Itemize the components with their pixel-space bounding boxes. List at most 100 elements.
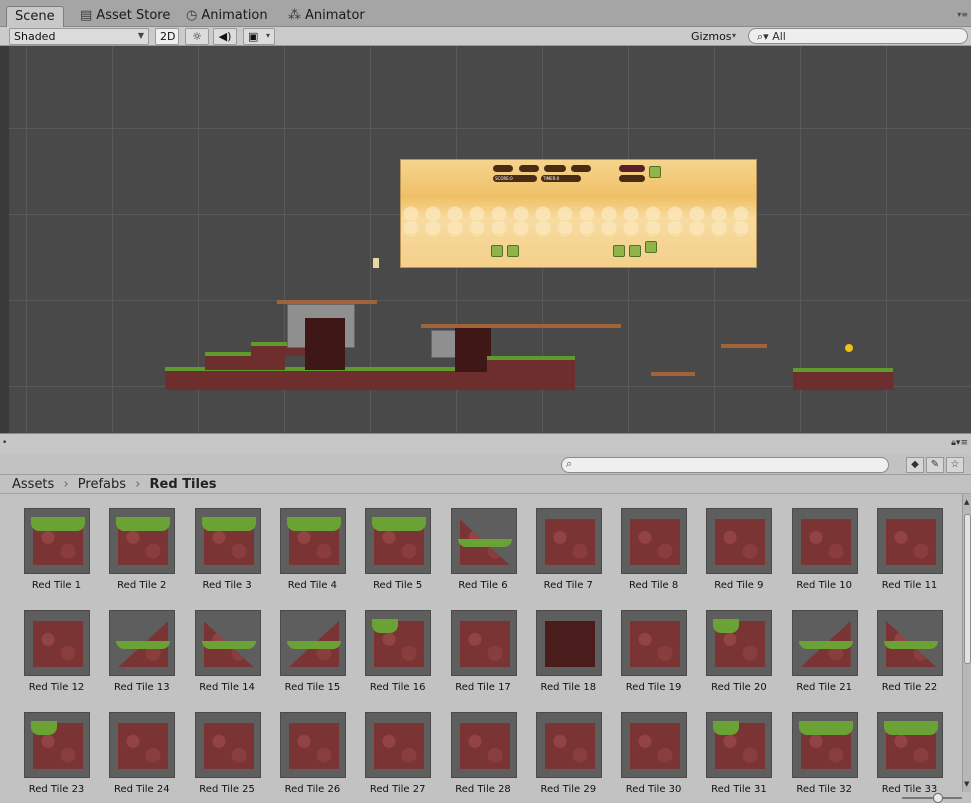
scrollbar-thumb[interactable] bbox=[964, 514, 971, 664]
asset-tile[interactable]: Red Tile 3 bbox=[185, 494, 270, 594]
asset-tile[interactable]: Red Tile 9 bbox=[696, 494, 781, 594]
drag-handle-icon[interactable]: • bbox=[2, 438, 7, 448]
tab-animation[interactable]: ◷ Animation bbox=[178, 6, 276, 27]
tab-scene[interactable]: Scene bbox=[6, 6, 64, 27]
asset-tile[interactable]: Red Tile 22 bbox=[867, 596, 952, 696]
asset-tile[interactable]: Red Tile 11 bbox=[867, 494, 952, 594]
asset-tile[interactable]: Red Tile 14 bbox=[185, 596, 270, 696]
filter-by-label-button[interactable]: ✎ bbox=[926, 457, 944, 473]
hud-score: SCORE:0 bbox=[493, 175, 537, 182]
asset-tile[interactable]: Red Tile 17 bbox=[441, 596, 526, 696]
favorites-button[interactable]: ☆ bbox=[946, 457, 964, 473]
breadcrumb-current[interactable]: Red Tiles bbox=[150, 477, 217, 492]
grass-overlay bbox=[372, 517, 427, 531]
asset-tile[interactable]: Red Tile 25 bbox=[185, 698, 270, 792]
dark-pillar[interactable] bbox=[455, 324, 491, 372]
shading-mode-dropdown[interactable]: Shaded ▼ bbox=[9, 28, 149, 45]
asset-label: Red Tile 25 bbox=[199, 784, 255, 792]
breadcrumb-prefabs[interactable]: Prefabs bbox=[78, 477, 126, 492]
asset-tile[interactable]: Red Tile 4 bbox=[270, 494, 355, 594]
asset-label: Red Tile 21 bbox=[796, 682, 852, 693]
tab-asset-store[interactable]: ▤ Asset Store bbox=[72, 6, 178, 27]
thumbnail-size-slider[interactable] bbox=[902, 793, 962, 803]
grass-overlay bbox=[372, 619, 399, 633]
grass-overlay bbox=[116, 641, 171, 649]
filter-by-type-button[interactable]: ◆ bbox=[906, 457, 924, 473]
effects-dropdown[interactable]: ▣ ▾ bbox=[243, 28, 275, 45]
asset-tile[interactable]: Red Tile 8 bbox=[611, 494, 696, 594]
asset-tile[interactable]: Red Tile 27 bbox=[355, 698, 440, 792]
scene-viewport[interactable]: SCORE:0 TIMER:0 bbox=[9, 46, 971, 433]
asset-tile[interactable]: Red Tile 20 bbox=[696, 596, 781, 696]
scene-search-input[interactable]: ⌕▾ All bbox=[748, 28, 968, 44]
lock-icon[interactable]: 🔒︎▾≡ bbox=[951, 438, 968, 448]
floating-platform[interactable] bbox=[651, 372, 695, 376]
hill-terrain[interactable] bbox=[487, 356, 575, 390]
chevron-down-icon: ▾ bbox=[265, 31, 270, 40]
asset-tile[interactable]: Red Tile 5 bbox=[355, 494, 440, 594]
lighting-toggle[interactable]: ☼ bbox=[185, 28, 209, 45]
audio-toggle[interactable]: ◀) bbox=[213, 28, 237, 45]
chevron-down-icon: ▾ bbox=[731, 31, 736, 40]
gizmos-dropdown[interactable]: Gizmos ▾ bbox=[686, 28, 741, 45]
asset-thumbnail bbox=[450, 508, 517, 574]
tile-preview bbox=[715, 519, 766, 565]
asset-tile[interactable]: Red Tile 23 bbox=[14, 698, 99, 792]
island-terrain[interactable] bbox=[793, 368, 893, 390]
asset-thumbnail bbox=[706, 712, 773, 778]
action-button[interactable] bbox=[613, 245, 625, 257]
slider-knob[interactable] bbox=[933, 793, 943, 803]
2d-toggle-button[interactable]: 2D bbox=[155, 28, 179, 45]
asset-tile[interactable]: Red Tile 18 bbox=[526, 596, 611, 696]
asset-tile[interactable]: Red Tile 30 bbox=[611, 698, 696, 792]
asset-tile[interactable]: Red Tile 24 bbox=[99, 698, 184, 792]
pause-button[interactable] bbox=[649, 166, 661, 178]
scroll-up-icon[interactable]: ▲ bbox=[964, 498, 969, 506]
asset-tile[interactable]: Red Tile 29 bbox=[526, 698, 611, 792]
asset-tile[interactable]: Red Tile 21 bbox=[782, 596, 867, 696]
filter-icon: ◆ bbox=[911, 459, 919, 470]
floating-platform[interactable] bbox=[721, 344, 767, 348]
asset-tile[interactable]: Red Tile 6 bbox=[441, 494, 526, 594]
dark-pillar[interactable] bbox=[305, 318, 345, 370]
player-sprite[interactable] bbox=[373, 258, 379, 268]
wooden-platform[interactable] bbox=[277, 300, 377, 304]
grass-overlay bbox=[286, 641, 341, 649]
tab-animator[interactable]: ⁂ Animator bbox=[280, 6, 373, 27]
asset-tile[interactable]: Red Tile 28 bbox=[441, 698, 526, 792]
panel-divider[interactable]: • 🔒︎▾≡ bbox=[0, 433, 971, 455]
tile-preview bbox=[544, 519, 595, 565]
asset-tile[interactable]: Red Tile 31 bbox=[696, 698, 781, 792]
tab-menu-icon[interactable]: ▾≡ bbox=[957, 10, 968, 19]
wooden-platform[interactable] bbox=[421, 324, 621, 328]
asset-tile[interactable]: Red Tile 26 bbox=[270, 698, 355, 792]
asset-tile[interactable]: Red Tile 2 bbox=[99, 494, 184, 594]
action-button[interactable] bbox=[629, 245, 641, 257]
asset-tile[interactable]: Red Tile 7 bbox=[526, 494, 611, 594]
tile-preview bbox=[630, 621, 681, 667]
asset-tile[interactable]: Red Tile 16 bbox=[355, 596, 440, 696]
tab-label: Animation bbox=[201, 8, 268, 23]
project-search-input[interactable]: ⌕ bbox=[561, 457, 889, 473]
hud-coin-counter bbox=[493, 165, 513, 172]
level-background-panel[interactable]: SCORE:0 TIMER:0 bbox=[400, 159, 757, 268]
asset-thumbnail bbox=[621, 610, 688, 676]
asset-tile[interactable]: Red Tile 19 bbox=[611, 596, 696, 696]
asset-tile[interactable]: Red Tile 13 bbox=[99, 596, 184, 696]
hud-coin-counter bbox=[571, 165, 591, 172]
breadcrumb-assets[interactable]: Assets bbox=[12, 477, 54, 492]
right-button[interactable] bbox=[507, 245, 519, 257]
asset-thumbnail bbox=[109, 610, 176, 676]
asset-tile[interactable]: Red Tile 32 bbox=[782, 698, 867, 792]
asset-tile[interactable]: Red Tile 15 bbox=[270, 596, 355, 696]
asset-tile[interactable]: Red Tile 33 bbox=[867, 698, 952, 792]
coin-icon[interactable] bbox=[845, 344, 853, 352]
asset-tile[interactable]: Red Tile 12 bbox=[14, 596, 99, 696]
scroll-down-icon[interactable]: ▼ bbox=[964, 780, 969, 788]
asset-tile[interactable]: Red Tile 10 bbox=[782, 494, 867, 594]
left-button[interactable] bbox=[491, 245, 503, 257]
asset-grid[interactable]: Red Tile 1 Red Tile 2 Red Tile 3 Red Tile 4… bbox=[0, 494, 962, 792]
asset-tile[interactable]: Red Tile 1 bbox=[14, 494, 99, 594]
jump-button[interactable] bbox=[645, 241, 657, 253]
asset-scrollbar[interactable]: ▲ ▼ bbox=[962, 494, 971, 792]
